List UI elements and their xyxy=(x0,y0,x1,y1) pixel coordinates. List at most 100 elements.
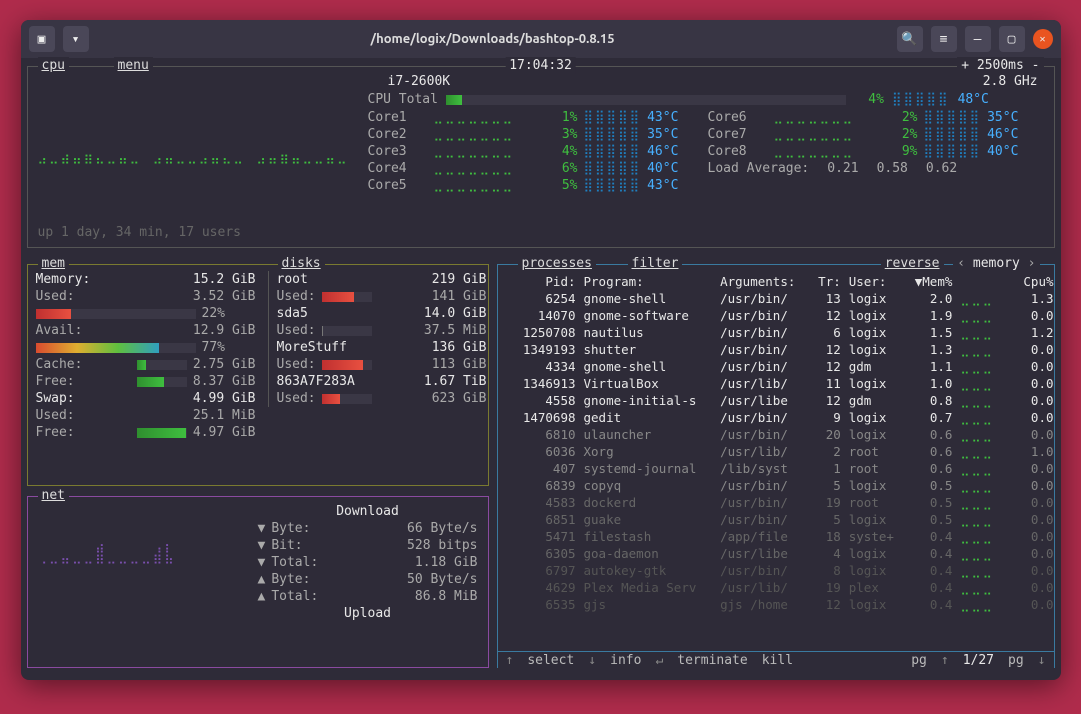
proc-row[interactable]: 6810ulauncher/usr/bin/20logix0.6⣀⣀⣀0.0 xyxy=(502,426,1058,443)
col-args[interactable]: Arguments: xyxy=(716,273,810,290)
proc-row[interactable]: 6036Xorg/usr/lib/2root0.6⣀⣀⣀1.0 xyxy=(502,443,1058,460)
refresh[interactable]: + 2500ms - xyxy=(957,57,1043,74)
proc-row[interactable]: 14070gnome-software/usr/bin/12logix1.9⣀⣀… xyxy=(502,307,1058,324)
nav-pgdn-icon[interactable]: ↓ xyxy=(1038,652,1046,669)
core-temp-spark: ⣿⣿⣿⣿⣿ xyxy=(924,126,982,143)
col-mem[interactable]: ▼Mem% xyxy=(905,273,957,290)
net-row-label: Bit: xyxy=(271,537,401,554)
proc-row[interactable]: 1470698gedit/usr/bin/9logix0.7⣀⣀⣀0.0 xyxy=(502,409,1058,426)
proc-row[interactable]: 6305goa-daemon/usr/libe4logix0.4⣀⣀⣀0.0 xyxy=(502,545,1058,562)
core-temp-spark: ⣿⣿⣿⣿⣿ xyxy=(584,177,642,194)
core-temp-spark: ⣿⣿⣿⣿⣿ xyxy=(584,160,642,177)
net-row-val: 1.18 GiB xyxy=(415,554,478,571)
core-temp-spark: ⣿⣿⣿⣿⣿ xyxy=(924,109,982,126)
loadavg-label: Load Average: xyxy=(708,160,810,177)
nav-pgup-icon[interactable]: ↑ xyxy=(941,652,949,669)
filter-label[interactable]: filter xyxy=(628,255,683,272)
loadavg-1: 0.21 xyxy=(827,160,858,177)
core-temp-spark: ⣿⣿⣿⣿⣿ xyxy=(924,143,982,160)
hamburger-menu-button[interactable]: ≡ xyxy=(931,26,957,52)
minimize-button[interactable]: — xyxy=(965,26,991,52)
proc-row[interactable]: 4558gnome-initial-s/usr/libe12gdm0.8⣀⣀⣀0… xyxy=(502,392,1058,409)
disk-used: 113 GiB xyxy=(378,356,487,373)
search-button[interactable]: 🔍 xyxy=(897,26,923,52)
mem-label: mem xyxy=(38,255,69,272)
maximize-button[interactable]: ▢ xyxy=(999,26,1025,52)
nav-info[interactable]: info xyxy=(610,652,641,669)
core-spark: ⣀⣀⣀⣀⣀⣀⣀ xyxy=(434,177,544,194)
swap-title: Swap: xyxy=(36,390,187,407)
proc-row[interactable]: 6851guake/usr/bin/5logix0.5⣀⣀⣀0.0 xyxy=(502,511,1058,528)
disk-total: 1.67 TiB xyxy=(424,373,487,390)
nav-enter-icon[interactable]: ↵ xyxy=(655,652,663,669)
core-pct: 5% xyxy=(550,177,578,194)
proc-row[interactable]: 6535gjsgjs /home12logix0.4⣀⣀⣀0.0 xyxy=(502,596,1058,613)
sort-label[interactable]: ‹ memory › xyxy=(953,255,1039,272)
core-spark: ⣀⣀⣀⣀⣀⣀⣀ xyxy=(434,126,544,143)
up-arrow-icon: ▲ xyxy=(258,588,266,605)
nav-down-icon[interactable]: ↓ xyxy=(588,652,596,669)
proc-row[interactable]: 4334gnome-shell/usr/bin/12gdm1.1⣀⣀⣀0.0 xyxy=(502,358,1058,375)
close-button[interactable]: ✕ xyxy=(1033,29,1053,49)
mem-free-val: 8.37 GiB xyxy=(193,373,256,390)
menu-label[interactable]: menu xyxy=(114,57,153,74)
col-program[interactable]: Program: xyxy=(580,273,717,290)
core-temp: 43°C xyxy=(647,109,678,126)
reverse-label[interactable]: reverse xyxy=(881,255,944,272)
mem-avail-pct: 77% xyxy=(202,339,225,356)
cpu-model: i7-2600K xyxy=(388,73,451,90)
net-row-label: Byte: xyxy=(271,571,401,588)
proc-row[interactable]: 6797autokey-gtk/usr/bin/8logix0.4⣀⣀⣀0.0 xyxy=(502,562,1058,579)
net-graph: ⠀⠀⠀⠀⠀⣠⠀⠀⠀⠀⢀⡄⢀⣀⣤⣀⣀⣿⣀⣀⣀⣀⣾⣧ xyxy=(38,537,176,565)
proc-row[interactable]: 4629Plex Media Serv/usr/lib/19plex0.4⣀⣀⣀… xyxy=(502,579,1058,596)
nav-terminate[interactable]: terminate xyxy=(677,652,747,669)
mem-used-pct: 22% xyxy=(202,305,225,322)
proc-row[interactable]: 1346913VirtualBox/usr/lib/11logix1.0⣀⣀⣀0… xyxy=(502,375,1058,392)
nav-up-icon[interactable]: ↑ xyxy=(506,652,514,669)
core-temp: 46°C xyxy=(647,143,678,160)
core-spark: ⣀⣀⣀⣀⣀⣀⣀ xyxy=(434,160,544,177)
new-tab-button[interactable]: ▣ xyxy=(29,26,55,52)
core-pct: 3% xyxy=(550,126,578,143)
tab-menu-button[interactable]: ▾ xyxy=(63,26,89,52)
core-pct: 2% xyxy=(890,126,918,143)
loadavg-5: 0.58 xyxy=(877,160,908,177)
proc-row[interactable]: 6254gnome-shell/usr/bin/13logix2.0⣀⣀⣀1.3 xyxy=(502,290,1058,307)
col-threads[interactable]: Tr: xyxy=(810,273,845,290)
core-temp: 43°C xyxy=(647,177,678,194)
titlebar: ▣ ▾ /home/logix/Downloads/bashtop-0.8.15… xyxy=(21,20,1061,58)
window-title: /home/logix/Downloads/bashtop-0.8.15 xyxy=(97,32,889,46)
col-cpu[interactable]: Cpu% xyxy=(1014,273,1057,290)
col-user[interactable]: User: xyxy=(845,273,905,290)
net-label: net xyxy=(38,487,69,504)
core-spark: ⣀⣀⣀⣀⣀⣀⣀ xyxy=(774,109,884,126)
swap-used-val: 25.1 MiB xyxy=(193,407,256,424)
core-label: Core4 xyxy=(368,160,428,177)
net-panel: net ⠀⠀⠀⠀⠀⣠⠀⠀⠀⠀⢀⡄⢀⣀⣤⣀⣀⣿⣀⣀⣀⣀⣾⣧ Download ▼B… xyxy=(27,496,489,668)
core-label: Core5 xyxy=(368,177,428,194)
proc-row[interactable]: 1349193shutter/usr/bin/12logix1.3⣀⣀⣀0.0 xyxy=(502,341,1058,358)
net-row-label: Total: xyxy=(271,588,409,605)
cpu-history-graph: ⣠⣀⣴⣤⣶⣄⣀⣤⣀⠀⣠⣤⣀⣀⣠⣤⣄⣀⠀⣠⣤⣶⣤⣀⣀⣤⣀ xyxy=(38,149,349,166)
core-temp: 40°C xyxy=(987,143,1018,160)
proc-row[interactable]: 1250708nautilus/usr/bin/6logix1.5⣀⣀⣀1.2 xyxy=(502,324,1058,341)
disk-used-label: Used: xyxy=(277,356,316,373)
core-pct: 2% xyxy=(890,109,918,126)
proc-row[interactable]: 407systemd-journal/lib/syst1root0.6⣀⣀⣀0.… xyxy=(502,460,1058,477)
mem-cache-val: 2.75 GiB xyxy=(193,356,256,373)
cpu-panel-label: cpu xyxy=(38,57,69,74)
disk-name: sda5 xyxy=(277,305,418,322)
processes-label: processes xyxy=(518,255,596,272)
loadavg-15: 0.62 xyxy=(926,160,957,177)
mem-panel: mem disks Memory:15.2 GiB Used:3.52 GiB … xyxy=(27,264,489,486)
disk-used: 141 GiB xyxy=(378,288,487,305)
disk-total: 136 GiB xyxy=(432,339,487,356)
col-pid[interactable]: Pid: xyxy=(502,273,580,290)
nav-select[interactable]: select xyxy=(527,652,574,669)
mem-cache-label: Cache: xyxy=(36,356,131,373)
nav-kill[interactable]: kill xyxy=(762,652,793,669)
proc-row[interactable]: 4583dockerd/usr/bin/19root0.5⣀⣀⣀0.0 xyxy=(502,494,1058,511)
proc-row[interactable]: 5471filestash/app/file18syste+0.4⣀⣀⣀0.0 xyxy=(502,528,1058,545)
cpu-freq: 2.8 GHz xyxy=(983,73,1038,90)
proc-row[interactable]: 6839copyq/usr/bin/5logix0.5⣀⣀⣀0.0 xyxy=(502,477,1058,494)
